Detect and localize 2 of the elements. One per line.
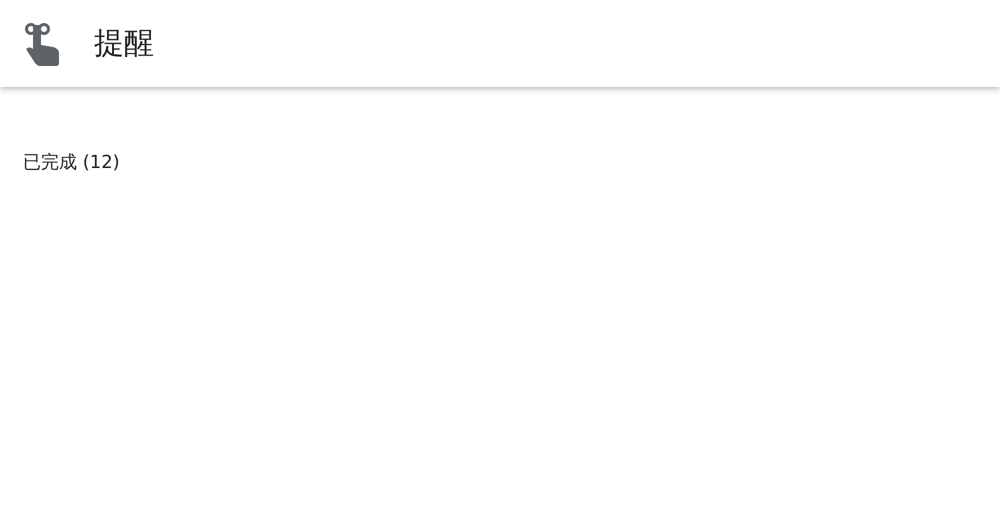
- app-title: 提醒: [94, 25, 154, 63]
- section-heading: 已完成 (12): [23, 152, 120, 173]
